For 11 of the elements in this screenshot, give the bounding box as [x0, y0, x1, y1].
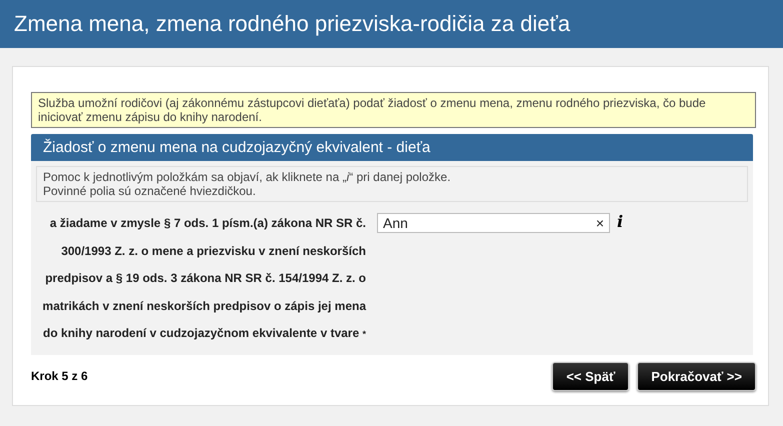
- nav-button[interactable]: Pokračovať >>: [637, 362, 756, 390]
- info-icon[interactable]: i: [617, 213, 624, 231]
- section-title: Žiadosť o zmenu mena na cudzojazyčný ekvivalent - dieťa: [31, 134, 753, 161]
- field-label: a žiadame v zmysle § 7 ods. 1 písm.(a) zákona NR SR č. 300/1993 Z. z. o mene a priezvisku v znení neskorších predpisov a § 19 ods. 3 zákona NR SR č. 154/1994 Z. z. o matrikách v znení neskorších predpisov o zápis jej mena do knihy narodení v cudzojazyčnom ekvivalente v tvare *: [42, 215, 366, 342]
- input-field[interactable]: Ann ×: [377, 213, 610, 233]
- clear-icon[interactable]: ×: [596, 215, 604, 231]
- nav-button[interactable]: << Späť: [552, 362, 630, 390]
- help-note: Pomoc k jednotlivým položkám sa objaví, ak kliknete na „i“ pri danej položke. Povinné polia sú označené hviezdičkou.: [36, 166, 748, 202]
- page-title: Zmena mena, zmena rodného priezviska-rodičia za dieťa: [14, 11, 570, 37]
- notice-message: Služba umožní rodičovi (aj zákonnému zástupcovi dieťaťa) podať žiadosť o zmenu mena, zmenu rodného priezviska, čo bude iniciovať zmenu zápisu do knihy narodení.: [31, 92, 756, 128]
- step-indicator: Krok 5 z 6: [31, 369, 89, 383]
